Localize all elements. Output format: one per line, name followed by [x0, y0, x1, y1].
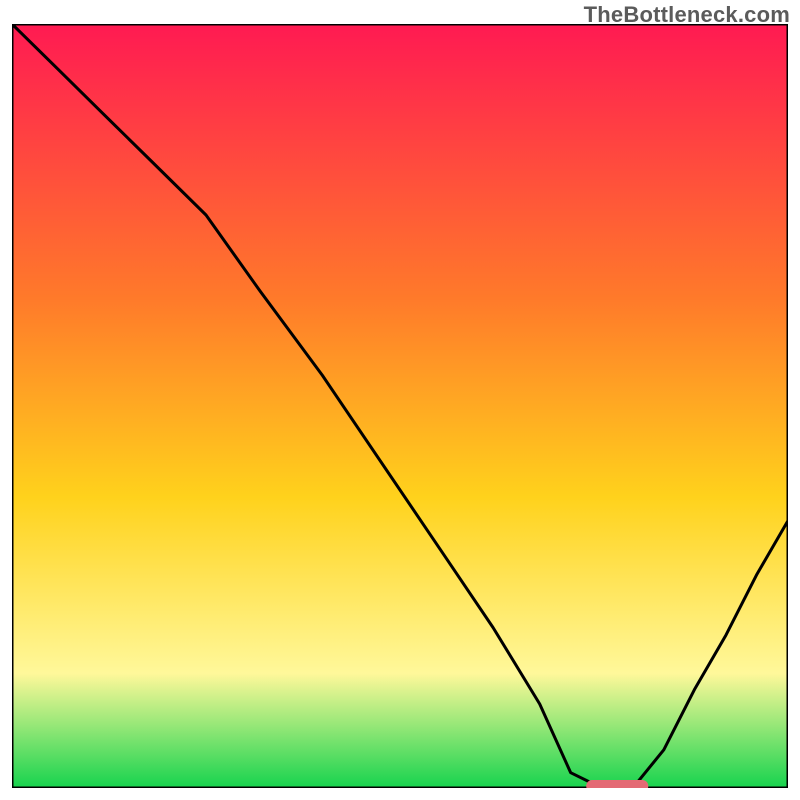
chart-svg: [12, 24, 788, 788]
chart-plot: [12, 24, 788, 788]
min-marker: [586, 780, 648, 788]
chart-frame: TheBottleneck.com: [0, 0, 800, 800]
